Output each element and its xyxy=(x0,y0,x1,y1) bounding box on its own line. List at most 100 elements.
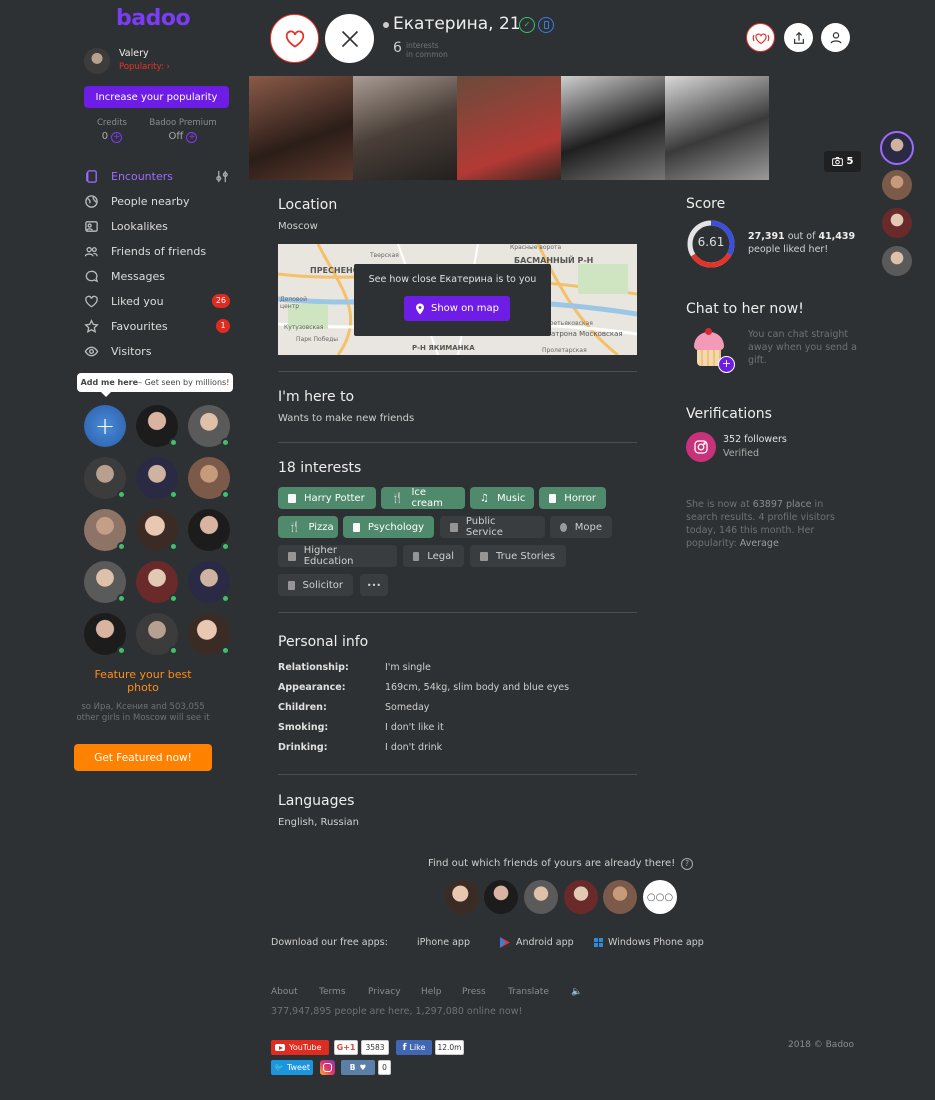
more-interests-button[interactable]: ••• xyxy=(360,574,388,596)
windows-app-link[interactable]: Windows Phone app xyxy=(594,937,704,948)
nav-liked-you[interactable]: Liked you 26 xyxy=(84,291,230,311)
facebook-like-button[interactable]: f Like xyxy=(396,1040,432,1055)
credits-value[interactable]: 0 + xyxy=(84,131,140,143)
interest-chip[interactable]: 🍴 Ice cream xyxy=(381,487,465,509)
book-icon xyxy=(288,493,296,503)
profile-photo[interactable] xyxy=(561,76,665,180)
nav-visitors[interactable]: Visitors xyxy=(84,341,151,361)
heart-icon xyxy=(285,30,304,48)
map-preview[interactable]: ПРЕСНЕНСКИЙ Тверская Красные ворота БАСМ… xyxy=(278,244,637,355)
get-featured-button[interactable]: Get Featured now! xyxy=(74,744,212,771)
add-credits-icon[interactable]: + xyxy=(111,132,123,143)
featured-avatar[interactable] xyxy=(136,457,178,499)
add-gift-icon[interactable]: + xyxy=(718,356,735,373)
crush-button[interactable] xyxy=(746,23,775,52)
nav-label: Liked you xyxy=(111,294,164,308)
iphone-app-link[interactable]: iPhone app xyxy=(414,937,470,948)
filter-sliders-icon[interactable] xyxy=(215,169,230,184)
profile-photo[interactable] xyxy=(249,76,353,180)
interest-chip[interactable]: Horror xyxy=(539,487,606,509)
interest-chip[interactable]: Public Service xyxy=(440,516,545,538)
map-label: Третьяковская xyxy=(546,320,593,327)
instagram-social-button[interactable] xyxy=(320,1060,335,1075)
photo-count-badge[interactable]: 5 xyxy=(824,151,861,172)
interest-chip[interactable]: Solicitor xyxy=(278,574,353,596)
encounter-thumb[interactable] xyxy=(882,246,912,276)
featured-avatar[interactable] xyxy=(84,613,126,655)
nav-messages[interactable]: Messages xyxy=(84,266,165,286)
footer-link-press[interactable]: Press xyxy=(462,987,486,997)
gift-cupcake-button[interactable]: + xyxy=(690,326,736,373)
footer-link-privacy[interactable]: Privacy xyxy=(368,987,401,997)
popularity-link[interactable]: Popularity: › xyxy=(119,62,170,72)
nav-lookalikes[interactable]: Lookalikes xyxy=(84,216,168,236)
add-premium-icon[interactable]: + xyxy=(186,132,198,143)
help-icon[interactable]: ? xyxy=(681,858,693,870)
vk-button[interactable]: B ♥ xyxy=(341,1060,375,1075)
featured-avatar[interactable] xyxy=(136,561,178,603)
interest-chip[interactable]: 🍴 Pizza xyxy=(278,516,338,538)
friend-avatar[interactable] xyxy=(603,880,637,914)
instagram-icon[interactable] xyxy=(686,432,716,462)
profile-photo[interactable] xyxy=(457,76,561,180)
nav-friends-of-friends[interactable]: Friends of friends xyxy=(84,241,206,261)
nav-people-nearby[interactable]: People nearby xyxy=(84,191,190,211)
featured-avatar[interactable] xyxy=(188,509,230,551)
footer-link-terms[interactable]: Terms xyxy=(319,987,346,997)
featured-avatar[interactable] xyxy=(136,405,178,447)
featured-avatar[interactable] xyxy=(188,457,230,499)
friend-avatar[interactable] xyxy=(564,880,598,914)
encounter-thumb-active[interactable] xyxy=(880,131,914,165)
user-avatar[interactable] xyxy=(84,48,110,74)
nav-favourites[interactable]: Favourites 1 xyxy=(84,316,230,336)
increase-popularity-button[interactable]: Increase your popularity xyxy=(84,86,229,108)
encounter-thumb[interactable] xyxy=(882,170,912,200)
footer-link-about[interactable]: About xyxy=(271,987,298,997)
eye-icon xyxy=(84,346,99,356)
featured-avatar[interactable] xyxy=(188,613,230,655)
info-value: I'm single xyxy=(385,662,431,673)
profile-photo[interactable] xyxy=(353,76,457,180)
interest-chip[interactable]: Harry Potter xyxy=(278,487,376,509)
interest-chip[interactable]: True Stories xyxy=(470,545,566,567)
featured-avatar[interactable] xyxy=(136,509,178,551)
footer-link-translate[interactable]: Translate xyxy=(508,987,549,997)
speaker-icon[interactable]: 🔈 xyxy=(571,987,582,997)
nav-label: Lookalikes xyxy=(111,219,168,233)
interest-chip[interactable]: ♫ Music xyxy=(470,487,534,509)
premium-value[interactable]: Off + xyxy=(145,131,221,143)
like-button[interactable] xyxy=(270,14,319,63)
android-app-link[interactable]: Android app xyxy=(500,937,574,948)
pass-button[interactable] xyxy=(325,14,374,63)
encounter-thumb[interactable] xyxy=(882,208,912,238)
profile-photo[interactable] xyxy=(665,76,769,180)
photo-verified-icon[interactable]: ✓ xyxy=(519,17,535,33)
featured-avatar[interactable] xyxy=(188,405,230,447)
interest-chip[interactable]: Higher Education xyxy=(278,545,397,567)
show-on-map-button[interactable]: Show on map xyxy=(404,296,510,321)
share-button[interactable] xyxy=(784,23,813,52)
gplus-button[interactable]: G+1 xyxy=(334,1040,358,1055)
phone-verified-icon[interactable] xyxy=(538,17,554,33)
featured-avatar[interactable] xyxy=(84,509,126,551)
more-friends-button[interactable]: ○○○ xyxy=(643,880,677,914)
nav-encounters[interactable]: Encounters xyxy=(84,166,230,186)
user-name[interactable]: Valery xyxy=(119,48,149,59)
interest-chip[interactable]: Море xyxy=(550,516,612,538)
featured-avatar[interactable] xyxy=(188,561,230,603)
tweet-button[interactable]: 🐦 Tweet xyxy=(271,1060,313,1075)
youtube-button[interactable]: YouTube xyxy=(271,1040,329,1055)
friend-avatar[interactable] xyxy=(445,880,479,914)
featured-avatar[interactable] xyxy=(136,613,178,655)
featured-avatar[interactable] xyxy=(84,561,126,603)
badoo-logo[interactable]: badoo xyxy=(116,6,191,31)
footer-link-help[interactable]: Help xyxy=(421,987,442,997)
profile-menu-button[interactable] xyxy=(821,23,850,52)
interest-chip[interactable]: Psychology xyxy=(343,516,434,538)
friend-avatar[interactable] xyxy=(524,880,558,914)
interest-chip[interactable]: Legal xyxy=(403,545,464,567)
friend-avatar[interactable] xyxy=(484,880,518,914)
featured-avatar[interactable] xyxy=(84,457,126,499)
briefcase-icon xyxy=(450,522,458,532)
add-me-button[interactable]: + xyxy=(84,405,126,447)
